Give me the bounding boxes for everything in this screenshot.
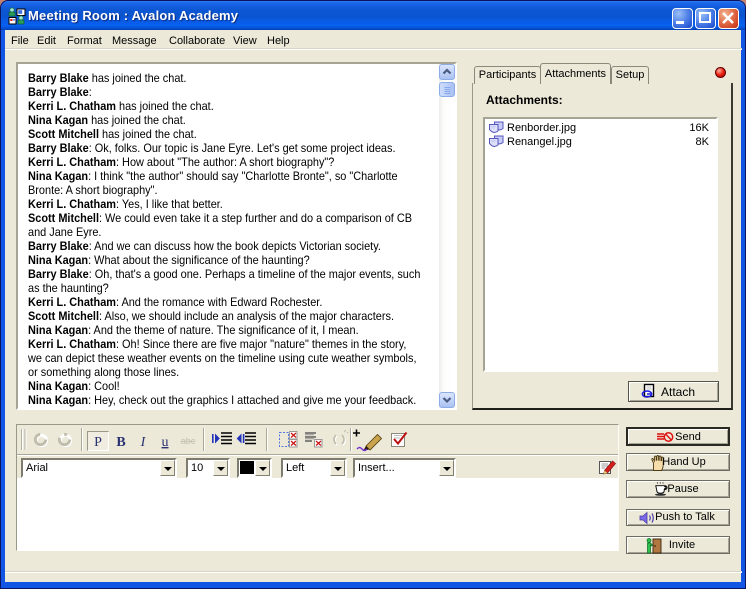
svg-text:P: P — [94, 435, 102, 450]
svg-text:B: B — [116, 435, 125, 450]
svg-text:u: u — [162, 435, 169, 450]
svg-text:abc: abc — [181, 436, 196, 446]
svg-text:I: I — [140, 435, 147, 450]
